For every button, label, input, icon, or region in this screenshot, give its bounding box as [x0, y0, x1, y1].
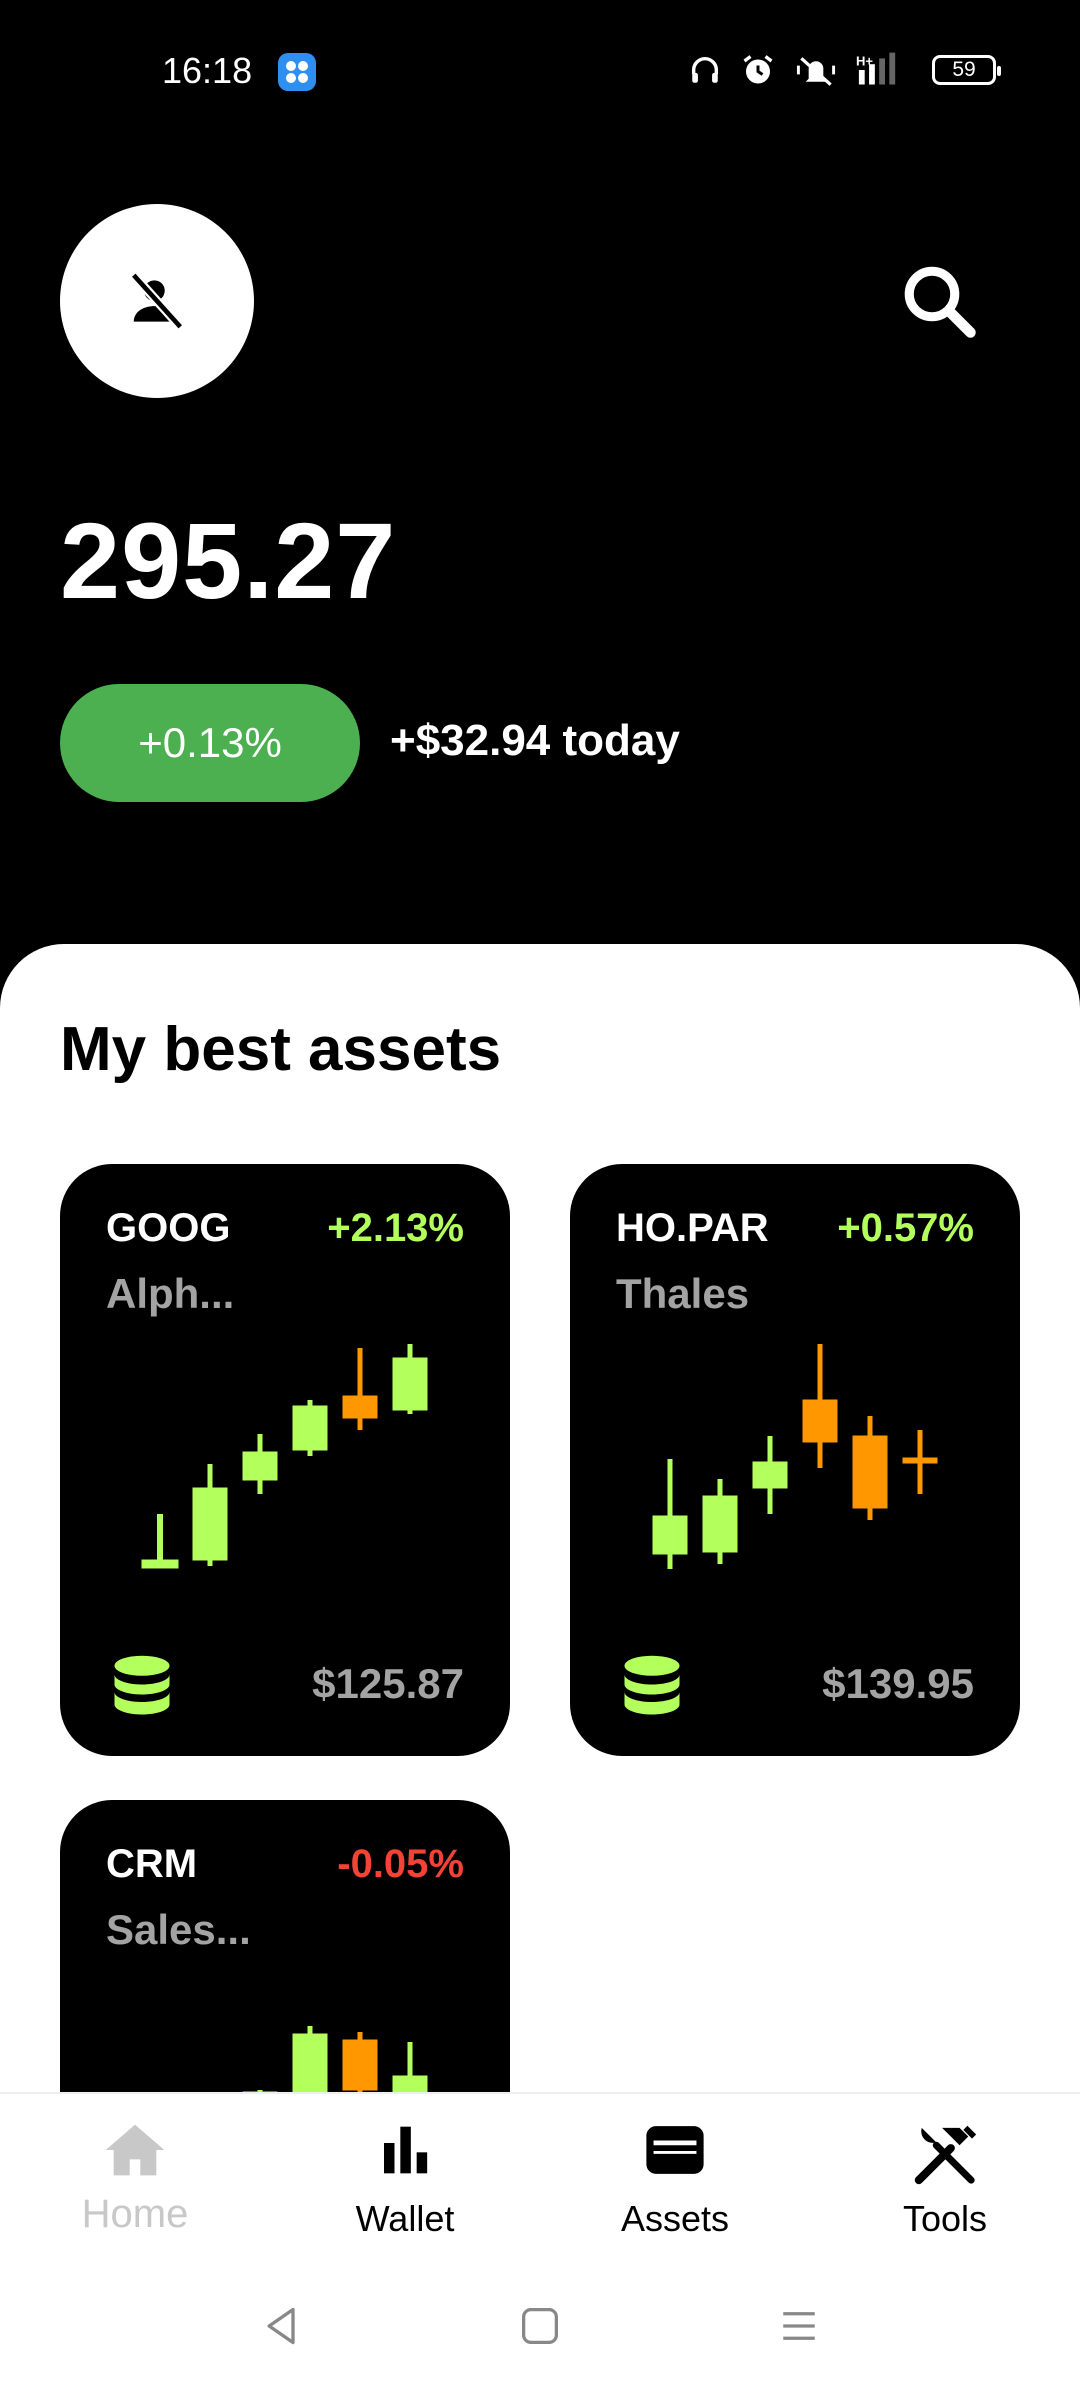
- headphones-icon: [691, 57, 719, 83]
- system-navigation-bar: [0, 2260, 1080, 2400]
- candle: [342, 2032, 378, 2094]
- asset-name: Alph...: [106, 1270, 235, 1317]
- asset-change: +2.13%: [327, 1206, 464, 1250]
- mute-vibrate-icon: [796, 57, 836, 86]
- nav-home[interactable]: Home: [0, 2094, 270, 2262]
- search-icon: [904, 266, 976, 338]
- asset-ticker: CRM: [106, 1842, 198, 1886]
- person-off-icon: [130, 272, 184, 330]
- profile-avatar-button[interactable]: [60, 204, 254, 398]
- portfolio-balance: 295.27: [60, 500, 397, 621]
- nav-wallet-label: Wallet: [355, 2198, 455, 2239]
- asset-ticker: HO.PAR: [616, 1206, 769, 1250]
- app-notification-icon: [278, 53, 316, 91]
- bar-chart-icon: [384, 2126, 428, 2174]
- section-title: My best assets: [60, 1015, 502, 1084]
- nav-home-label: Home: [81, 2192, 189, 2236]
- asset-ticker: GOOG: [106, 1206, 231, 1250]
- asset-change: -0.05%: [337, 1842, 464, 1886]
- candle: [802, 1344, 838, 1468]
- nav-wallet[interactable]: Wallet: [270, 2094, 540, 2262]
- search-button[interactable]: [892, 254, 986, 348]
- home-square-icon[interactable]: [520, 2304, 560, 2348]
- candle: [652, 1459, 688, 1569]
- database-icon: [114, 1655, 170, 1715]
- candle: [392, 2042, 428, 2094]
- candlestick-chart: [242, 2026, 428, 2094]
- candlestick-chart: [652, 1344, 938, 1569]
- candle: [192, 1464, 228, 1566]
- database-icon: [624, 1655, 680, 1715]
- menu-icon[interactable]: [778, 2304, 820, 2348]
- asset-change: +0.57%: [837, 1206, 974, 1250]
- assets-sheet: My best assets GOOG +2.13% Alph... $125.…: [0, 944, 1080, 2094]
- change-today-text: +$32.94 today: [390, 716, 680, 765]
- candle: [242, 1434, 278, 1494]
- asset-card-goog[interactable]: GOOG +2.13% Alph... $125.87: [60, 1164, 510, 1756]
- candle: [902, 1430, 938, 1494]
- tools-icon: [914, 2125, 977, 2185]
- asset-name: Thales: [616, 1270, 750, 1317]
- asset-card-crm[interactable]: CRM -0.05% Sales...: [60, 1800, 510, 2094]
- back-icon[interactable]: [260, 2304, 304, 2348]
- candle: [342, 1348, 378, 1430]
- status-icons: H+ 59: [688, 52, 1001, 88]
- candle: [752, 1436, 788, 1514]
- nav-assets-label: Assets: [620, 2198, 730, 2239]
- signal-icon: H+: [856, 52, 896, 85]
- app-screen: 16:18 H+ 59 295.27 +0.13% +$32.94 today: [0, 0, 1080, 2400]
- change-percent-badge: +0.13%: [60, 684, 360, 802]
- candlestick-chart: [141, 1344, 428, 1569]
- status-bar: 16:18 H+ 59: [0, 0, 1080, 140]
- nav-tools[interactable]: Tools: [810, 2094, 1080, 2262]
- nav-tools-label: Tools: [902, 2198, 988, 2239]
- asset-name: Sales...: [106, 1906, 251, 1953]
- alarm-icon: [743, 55, 773, 84]
- home-icon: [105, 2124, 165, 2176]
- battery-indicator: 59: [932, 55, 1001, 85]
- asset-price: $139.95: [822, 1660, 974, 1707]
- candle: [702, 1479, 738, 1564]
- wallet-icon: [646, 2126, 704, 2174]
- candle: [292, 1400, 328, 1456]
- candle: [852, 1416, 888, 1520]
- bottom-navigation: Home Wallet Assets Tools: [0, 2092, 1080, 2260]
- status-time: 16:18: [162, 50, 253, 91]
- nav-assets[interactable]: Assets: [540, 2094, 810, 2262]
- candle: [292, 2026, 328, 2094]
- asset-price: $125.87: [312, 1660, 464, 1707]
- candle: [141, 1514, 179, 1569]
- asset-card-ho-par[interactable]: HO.PAR +0.57% Thales $139.95: [570, 1164, 1020, 1756]
- candle: [392, 1344, 428, 1414]
